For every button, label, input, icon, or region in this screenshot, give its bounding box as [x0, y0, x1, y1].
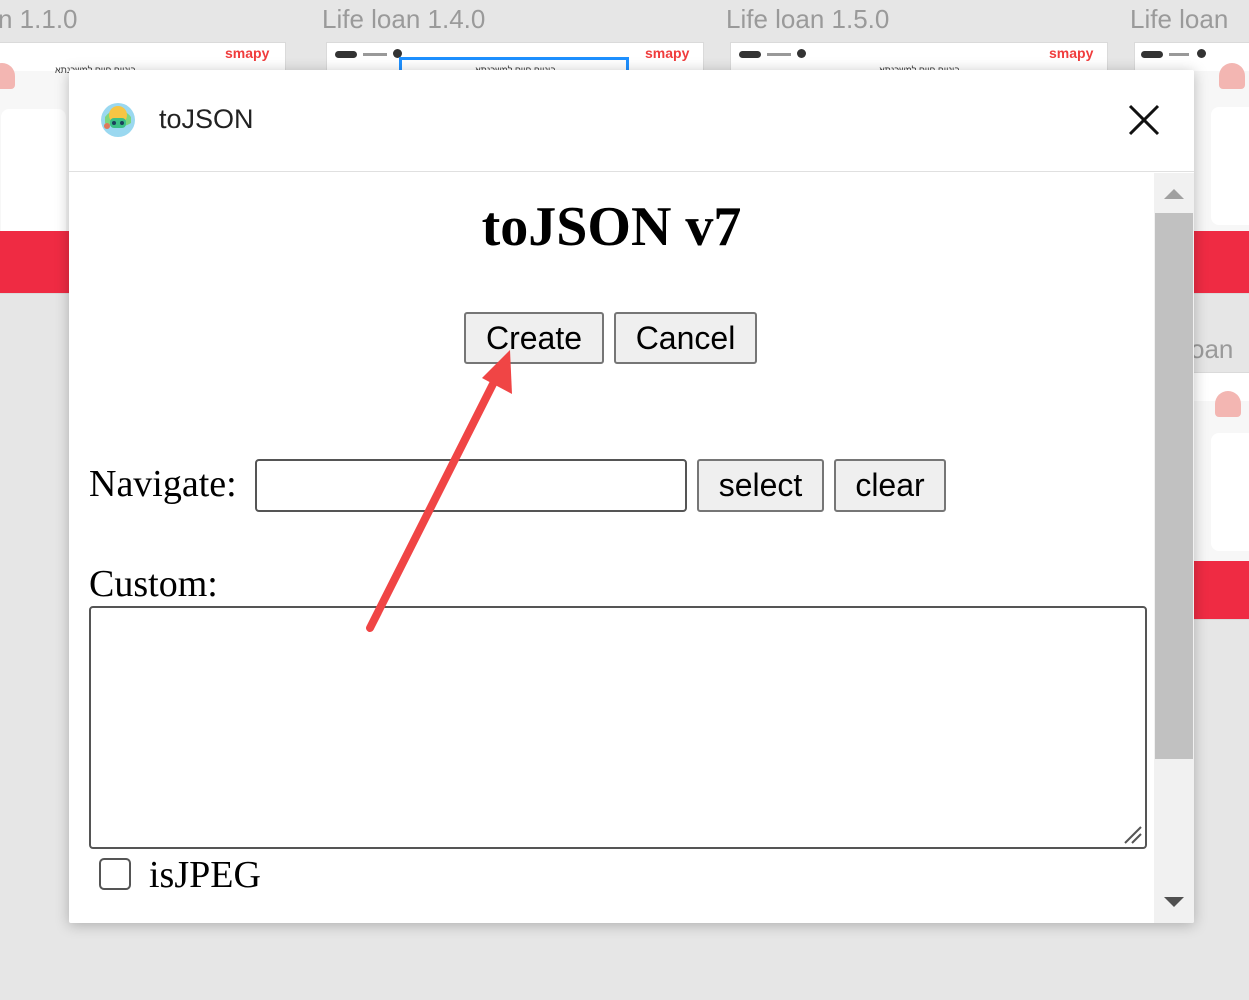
frame-button-icon — [1141, 51, 1163, 58]
isjpeg-label: isJPEG — [149, 854, 261, 896]
robot-globe-icon — [101, 103, 135, 137]
create-button[interactable]: Create — [464, 312, 604, 364]
custom-label: Custom: — [89, 563, 218, 605]
scroll-up-arrow-icon[interactable] — [1154, 173, 1194, 213]
frame-title-1[interactable]: n 1.1.0 — [0, 4, 78, 35]
frame-text — [1169, 53, 1189, 56]
lamp-image — [1215, 391, 1241, 417]
close-button[interactable] — [1124, 100, 1164, 140]
frame-title-4[interactable]: Life loan — [1130, 4, 1228, 35]
frame-avatar-icon — [797, 49, 806, 58]
frame-footer-band — [1191, 561, 1249, 619]
frame-button-icon — [335, 51, 357, 58]
frame-card — [1, 109, 66, 249]
vertical-scrollbar[interactable] — [1154, 173, 1194, 923]
plugin-body: toJSON v7 Create Cancel Navigate: select… — [69, 173, 1154, 923]
frame-text — [767, 53, 791, 56]
plugin-name: toJSON — [159, 104, 254, 134]
frame-avatar-icon — [1197, 49, 1206, 58]
custom-textarea[interactable] — [89, 606, 1147, 849]
brand-logo: smapy — [645, 45, 690, 61]
clear-button[interactable]: clear — [834, 459, 946, 512]
isjpeg-checkbox[interactable] — [99, 858, 131, 890]
lamp-image — [1219, 63, 1245, 89]
brand-logo: smapy — [1049, 45, 1094, 61]
frame-title-5[interactable]: oan — [1190, 334, 1233, 365]
frame-text — [363, 53, 387, 56]
brand-logo: smapy — [225, 45, 270, 61]
resize-grip-icon[interactable] — [1121, 823, 1143, 845]
close-icon — [1128, 104, 1160, 136]
frame-5[interactable] — [1190, 372, 1249, 620]
cancel-button[interactable]: Cancel — [614, 312, 757, 364]
select-button[interactable]: select — [697, 459, 824, 512]
frame-title-2[interactable]: Life loan 1.4.0 — [322, 4, 485, 35]
frame-title-3[interactable]: Life loan 1.5.0 — [726, 4, 889, 35]
frame-button-icon — [739, 51, 761, 58]
scroll-down-arrow-icon[interactable] — [1154, 883, 1194, 923]
navigate-label: Navigate: — [89, 463, 237, 505]
app-title: toJSON v7 — [481, 196, 742, 258]
scroll-thumb[interactable] — [1155, 213, 1193, 759]
navigate-input[interactable] — [255, 459, 687, 512]
frame-card — [1211, 107, 1249, 225]
modal-header: toJSON — [69, 70, 1194, 172]
frame-card — [1211, 433, 1249, 551]
plugin-modal: toJSON toJSON v7 Create Cancel Navigate:… — [69, 70, 1194, 923]
